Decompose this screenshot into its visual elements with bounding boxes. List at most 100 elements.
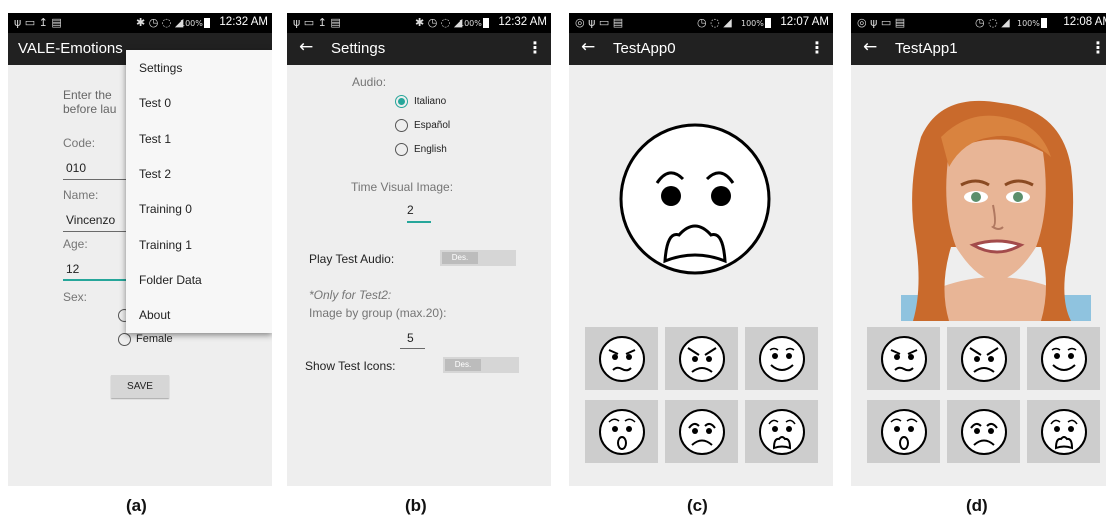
status-bar: ψ ▭ ↥ ▤ ✱ ◷ ◌ ◢ 100% 12:32 AM	[287, 13, 551, 33]
happy-face-icon	[1041, 336, 1087, 382]
play-test-audio-label: Play Test Audio:	[309, 252, 395, 266]
battery-percent: 100%	[459, 19, 482, 28]
caption-d: (d)	[966, 496, 988, 515]
answer-fear-button[interactable]	[745, 400, 818, 463]
happy-face-icon	[759, 336, 805, 382]
bluetooth-alarm-signal-icons: ✱ ◷ ◌ ◢	[415, 16, 463, 29]
angry-face-icon	[599, 336, 645, 382]
intro-line-2: before lau	[63, 102, 117, 116]
usb-icon: ψ ▭ ↥ ▤	[293, 16, 341, 29]
menu-item-training-0[interactable]: Training 0	[139, 202, 192, 216]
name-field[interactable]: Vincenzo	[66, 213, 115, 227]
name-label: Name:	[63, 188, 99, 202]
surprised-face-icon	[881, 409, 927, 455]
back-arrow-icon[interactable]: ←	[581, 37, 595, 57]
radio-english[interactable]	[395, 143, 408, 156]
app-bar: ← TestApp1 ⋮	[851, 33, 1106, 65]
answer-surprised-button[interactable]	[585, 400, 658, 463]
answer-sad-button[interactable]	[947, 400, 1020, 463]
intro-line-1: Enter the	[63, 88, 112, 102]
answer-very-angry-button[interactable]	[947, 327, 1020, 390]
caption-a: (a)	[126, 496, 147, 515]
show-test-icons-toggle[interactable]: Des.	[443, 357, 519, 373]
avatar-girl-image	[901, 100, 1091, 321]
page-title: Settings	[331, 40, 386, 57]
alarm-signal-icons: ◷ ◌ ◢	[697, 16, 732, 29]
app-title: VALE-Emotions	[18, 40, 123, 57]
menu-item-about[interactable]: About	[139, 308, 170, 322]
age-field[interactable]: 12	[66, 262, 79, 276]
whatsapp-usb-icons: ◎ ψ ▭ ▤	[575, 16, 624, 29]
back-arrow-icon[interactable]: ←	[863, 37, 877, 57]
play-test-audio-toggle[interactable]: Des.	[440, 250, 516, 266]
radio-espanol-label: Español	[414, 120, 451, 131]
caption-b: (b)	[405, 496, 427, 515]
battery-percent: 100%	[180, 19, 203, 28]
page-title: TestApp1	[895, 40, 958, 57]
sex-label: Sex:	[63, 290, 88, 304]
battery-percent: 100%	[1017, 19, 1040, 28]
radio-female[interactable]	[118, 333, 131, 346]
answer-fear-button[interactable]	[1027, 400, 1100, 463]
code-label: Code:	[63, 136, 96, 150]
toggle-state: Des.	[442, 252, 478, 264]
panel-a-screen: ψ ▭ ↥ ▤ ✱ ◷ ◌ ◢ 100% 12:32 AM VALE-Emoti…	[8, 13, 272, 486]
image-by-group-underline	[400, 348, 425, 349]
radio-italiano[interactable]	[395, 95, 408, 108]
clock: 12:08 AM	[1063, 16, 1106, 28]
time-visual-field[interactable]: 2	[407, 203, 414, 217]
time-visual-label: Time Visual Image:	[351, 180, 454, 194]
radio-italiano-label: Italiano	[414, 96, 447, 107]
overflow-menu: Settings Test 0 Test 1 Test 2 Training 0…	[126, 50, 272, 333]
intro-text: Enter the before lau	[63, 88, 116, 116]
menu-item-folder-data[interactable]: Folder Data	[139, 273, 202, 287]
back-arrow-icon[interactable]: ←	[299, 37, 313, 57]
radio-espanol[interactable]	[395, 119, 408, 132]
very-angry-face-icon	[679, 336, 725, 382]
whatsapp-usb-icons: ◎ ψ ▭ ▤	[857, 16, 906, 29]
save-button[interactable]: SAVE	[111, 375, 169, 398]
radio-female-label: Female	[136, 333, 173, 345]
answer-happy-button[interactable]	[1027, 327, 1100, 390]
answer-angry-button[interactable]	[867, 327, 940, 390]
sad-face-icon	[679, 409, 725, 455]
menu-item-test-2[interactable]: Test 2	[139, 167, 171, 181]
only-test2-note: *Only for Test2:	[309, 288, 392, 302]
menu-item-test-1[interactable]: Test 1	[139, 132, 171, 146]
answer-sad-button[interactable]	[665, 400, 738, 463]
radio-english-label: English	[414, 144, 447, 155]
overflow-menu-icon[interactable]: ⋮	[527, 38, 543, 57]
menu-item-settings[interactable]: Settings	[139, 61, 182, 75]
battery-icon	[1041, 18, 1047, 28]
answer-angry-button[interactable]	[585, 327, 658, 390]
battery-icon	[483, 18, 489, 28]
page-title: TestApp0	[613, 40, 676, 57]
image-by-group-field[interactable]: 5	[407, 331, 414, 345]
menu-item-test-0[interactable]: Test 0	[139, 96, 171, 110]
code-field[interactable]: 010	[66, 161, 86, 175]
answer-happy-button[interactable]	[745, 327, 818, 390]
panel-c-screen: ◎ ψ ▭ ▤ ◷ ◌ ◢ 100% 12:07 AM ← TestApp0 ⋮	[569, 13, 833, 486]
angry-face-icon	[881, 336, 927, 382]
panel-b-screen: ψ ▭ ↥ ▤ ✱ ◷ ◌ ◢ 100% 12:32 AM ← Settings…	[287, 13, 551, 486]
overflow-menu-icon[interactable]: ⋮	[809, 38, 825, 57]
caption-c: (c)	[687, 496, 708, 515]
show-test-icons-label: Show Test Icons:	[305, 359, 396, 373]
answer-surprised-button[interactable]	[867, 400, 940, 463]
time-visual-underline-focused	[407, 221, 431, 223]
status-bar: ψ ▭ ↥ ▤ ✱ ◷ ◌ ◢ 100% 12:32 AM	[8, 13, 272, 33]
toggle-state: Des.	[445, 359, 481, 371]
clock: 12:32 AM	[219, 16, 268, 28]
battery-percent: 100%	[741, 19, 764, 28]
menu-item-training-1[interactable]: Training 1	[139, 238, 192, 252]
answer-very-angry-button[interactable]	[665, 327, 738, 390]
clock: 12:32 AM	[498, 16, 547, 28]
very-angry-face-icon	[961, 336, 1007, 382]
sad-face-icon	[961, 409, 1007, 455]
panel-d-screen: ◎ ψ ▭ ▤ ◷ ◌ ◢ 100% 12:08 AM ← TestApp1 ⋮	[851, 13, 1106, 486]
age-label: Age:	[63, 237, 88, 251]
audio-label: Audio:	[352, 75, 387, 89]
status-bar: ◎ ψ ▭ ▤ ◷ ◌ ◢ 100% 12:07 AM	[569, 13, 833, 33]
app-bar: ← TestApp0 ⋮	[569, 33, 833, 65]
overflow-menu-icon[interactable]: ⋮	[1090, 38, 1106, 57]
